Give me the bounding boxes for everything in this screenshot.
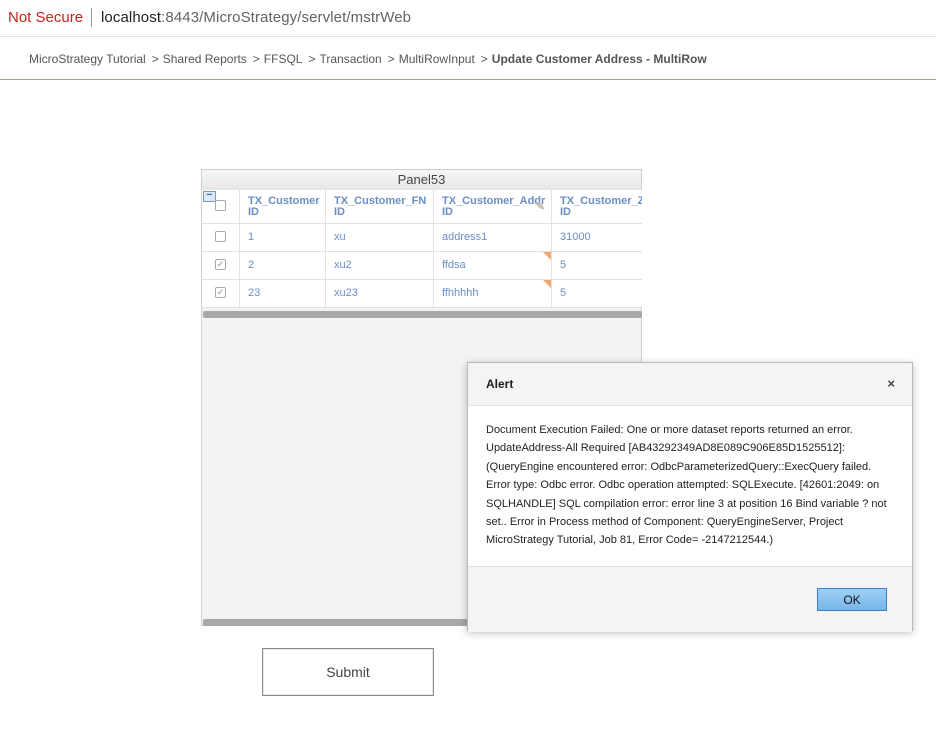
breadcrumb-item[interactable]: MicroStrategy Tutorial: [29, 52, 146, 66]
breadcrumb-separator: >: [387, 52, 395, 66]
cell-customer-id: 23: [240, 280, 326, 307]
url-text[interactable]: localhost:8443/MicroStrategy/servlet/mst…: [101, 9, 411, 26]
panel-title: Panel53: [202, 170, 641, 191]
alert-dialog: Alert × Document Execution Failed: One o…: [467, 362, 913, 632]
edited-marker-icon: [543, 252, 551, 260]
row-checkbox[interactable]: [215, 231, 226, 242]
alert-message-line: SQLHANDLE] SQL compilation error: error …: [486, 497, 887, 510]
cell-customer-fn: xu2: [326, 252, 434, 279]
cell-customer-addr[interactable]: ffdsa: [434, 252, 552, 279]
cell-customer-id: 2: [240, 252, 326, 279]
alert-message: Document Execution Failed: One or more d…: [486, 421, 890, 550]
data-grid: − TX_Customer ID TX_Customer_FN ID TX_Cust…: [202, 190, 642, 308]
url-path: :8443/MicroStrategy/servlet/mstrWeb: [161, 9, 412, 26]
alert-header: Alert ×: [468, 363, 912, 406]
grid-horizontal-scrollbar[interactable]: [203, 311, 642, 318]
row-checkbox[interactable]: ✓: [215, 259, 226, 270]
breadcrumb-item[interactable]: FFSQL: [264, 52, 303, 66]
ok-button[interactable]: OK: [817, 588, 887, 611]
alert-message-line: MicroStrategy Tutorial, Job 81, Error Co…: [486, 534, 774, 547]
cell-customer-zip: 31000: [560, 231, 591, 243]
cell-customer-zip: 5: [560, 259, 567, 271]
alert-message-line: (QueryEngine encountered error: OdbcPara…: [486, 460, 872, 473]
collapse-icon[interactable]: −: [203, 190, 216, 202]
table-row: ✓ 23 xu23 ffhhhhh 5: [202, 280, 642, 308]
table-row: 1 xu address1 31000: [202, 224, 642, 252]
panel-horizontal-scrollbar[interactable]: [203, 619, 469, 626]
select-all-cell: −: [202, 190, 240, 223]
breadcrumb-item[interactable]: MultiRowInput: [399, 52, 475, 66]
address-bar-divider: [91, 8, 92, 27]
cell-customer-fn: xu23: [326, 280, 434, 307]
table-row: ✓ 2 xu2 ffdsa 5: [202, 252, 642, 280]
submit-button[interactable]: Submit: [262, 648, 434, 696]
not-secure-label[interactable]: Not Secure: [8, 9, 83, 26]
breadcrumb-separator: >: [252, 52, 260, 66]
close-icon[interactable]: ×: [887, 376, 895, 391]
alert-message-line: Document Execution Failed: One or more d…: [486, 424, 853, 436]
alert-message-line: set.. Error in Process method of Compone…: [486, 516, 844, 529]
browser-address-bar[interactable]: Not Secure localhost:8443/MicroStrategy/…: [0, 0, 936, 37]
breadcrumb-trail: MicroStrategy Tutorial > Shared Reports > FF…: [29, 52, 707, 66]
cell-customer-fn: xu: [326, 224, 434, 251]
breadcrumb-item[interactable]: Shared Reports: [163, 52, 247, 66]
select-all-checkbox[interactable]: [215, 200, 226, 211]
breadcrumb-separator: >: [480, 52, 488, 66]
row-checkbox[interactable]: ✓: [215, 287, 226, 298]
alert-footer: OK: [468, 566, 912, 632]
breadcrumb-current-page: Update Customer Address - MultiRow: [491, 52, 707, 66]
grid-header-row: − TX_Customer ID TX_Customer_FN ID TX_Cust…: [202, 190, 642, 224]
url-host: localhost: [101, 9, 162, 26]
column-header-customer-zip[interactable]: TX_Customer_Z ID: [552, 190, 642, 223]
cell-customer-addr[interactable]: address1: [434, 224, 552, 251]
cell-customer-zip: 5: [560, 287, 567, 299]
edited-marker-icon: [543, 280, 551, 288]
breadcrumb-item[interactable]: Transaction: [319, 52, 381, 66]
column-header-customer-id[interactable]: TX_Customer ID: [240, 190, 326, 223]
breadcrumb-separator: >: [308, 52, 316, 66]
pencil-icon: ✎: [535, 201, 545, 213]
column-header-customer-addr[interactable]: TX_Customer_Addr ID ✎: [434, 190, 552, 223]
alert-title: Alert: [486, 377, 514, 391]
column-header-customer-fn[interactable]: TX_Customer_FN ID: [326, 190, 434, 223]
breadcrumb-separator: >: [151, 52, 159, 66]
alert-message-line: Error type: Odbc error. Odbc operation a…: [486, 479, 880, 492]
cell-customer-id: 1: [240, 224, 326, 251]
cell-customer-addr[interactable]: ffhhhhh: [434, 280, 552, 307]
alert-message-line: UpdateAddress-All Required [AB43292349AD…: [486, 442, 845, 455]
breadcrumb: MicroStrategy Tutorial > Shared Reports > FF…: [0, 37, 936, 80]
